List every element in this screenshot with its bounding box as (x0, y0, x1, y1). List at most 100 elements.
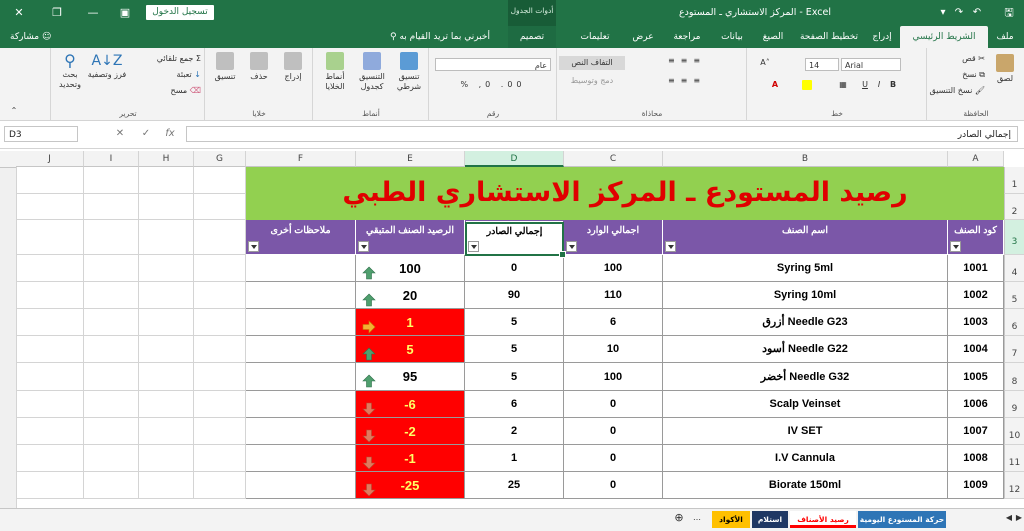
cell-j6[interactable] (16, 309, 84, 336)
cell-j9[interactable] (16, 391, 84, 418)
filter-dropdown-code[interactable] (950, 241, 961, 252)
cut-button[interactable]: قص ✂ (931, 54, 985, 64)
cell-g12[interactable] (194, 472, 246, 499)
cell-styles-button[interactable]: أنماط الخلايا (317, 52, 353, 92)
redo-icon[interactable]: ↷ (952, 0, 966, 26)
cell-h2[interactable] (139, 194, 194, 220)
cell-g4[interactable] (194, 255, 246, 282)
cell-g7[interactable] (194, 336, 246, 363)
cancel-icon[interactable]: ✕ (112, 126, 128, 142)
cell-h7[interactable] (139, 336, 194, 363)
column-header-d[interactable]: D (465, 151, 564, 167)
cell-received[interactable]: 100 (564, 255, 663, 282)
tab-view[interactable]: عرض (624, 26, 662, 48)
save-icon[interactable]: 🖫 (994, 0, 1024, 26)
column-header-g[interactable]: G (194, 151, 246, 167)
cell-h12[interactable] (139, 472, 194, 499)
scroll-prev-sheet-icon[interactable]: ◀ (1004, 513, 1014, 523)
enter-icon[interactable]: ✓ (138, 126, 154, 142)
scroll-next-sheet-icon[interactable]: ▶ (1014, 513, 1024, 523)
cell-j11[interactable] (16, 445, 84, 472)
cell-h8[interactable] (139, 363, 194, 391)
cell-issued[interactable]: 1 (465, 445, 564, 472)
cell-h1[interactable] (139, 167, 194, 194)
cell-j12[interactable] (16, 472, 84, 499)
fill-button[interactable]: تعبئة ↓ (137, 70, 201, 80)
row-header-4[interactable]: 4 (1004, 255, 1024, 282)
cell-i3[interactable] (84, 220, 139, 255)
cell-issued[interactable]: 0 (465, 255, 564, 282)
tab-help[interactable]: تعليمات (568, 26, 622, 48)
cell-code[interactable]: 1006 (948, 391, 1004, 418)
cell-notes[interactable] (246, 472, 356, 499)
title-banner[interactable]: رصيد المستودع ـ المركز الاستشاري الطبي (246, 167, 1004, 220)
cell-item-name[interactable]: Needle G22 أسود (663, 336, 948, 363)
tab-insert[interactable]: إدراج (866, 26, 898, 48)
cell-g6[interactable] (194, 309, 246, 336)
cell-g5[interactable] (194, 282, 246, 309)
column-header-f[interactable]: F (246, 151, 356, 167)
header-balance[interactable]: الرصيد الصنف المتبقي (356, 220, 465, 255)
filter-dropdown-name[interactable] (665, 241, 676, 252)
cell-item-name[interactable]: Biorate 150ml (663, 472, 948, 499)
underline-icon[interactable]: U (859, 80, 871, 90)
formula-input[interactable]: إجمالي الصادر (186, 126, 1018, 142)
format-cells-button[interactable]: تنسيق (209, 52, 241, 82)
tab-data[interactable]: بيانات (712, 26, 752, 48)
cell-received[interactable]: 10 (564, 336, 663, 363)
tab-home[interactable]: الشريط الرئيسي (900, 26, 988, 48)
cell-issued[interactable]: 5 (465, 336, 564, 363)
copy-button[interactable]: نسخ ⧉ (931, 70, 985, 80)
cell-issued[interactable]: 6 (465, 391, 564, 418)
tab-design[interactable]: تصميم (508, 26, 556, 48)
tab-file[interactable]: ملف (990, 26, 1020, 48)
align-top-icons[interactable]: ≡≡≡ (637, 56, 737, 66)
cell-code[interactable]: 1008 (948, 445, 1004, 472)
cell-g1[interactable] (194, 167, 246, 194)
cell-code[interactable]: 1009 (948, 472, 1004, 499)
filter-dropdown-balance[interactable] (358, 241, 369, 252)
cell-item-name[interactable]: Needle G23 أزرق (663, 309, 948, 336)
cell-received[interactable]: 0 (564, 418, 663, 445)
column-header-i[interactable]: I (84, 151, 139, 167)
restore-icon[interactable]: ❐ (42, 0, 72, 26)
close-icon[interactable]: ✕ (4, 0, 34, 26)
cell-j3[interactable] (16, 220, 84, 255)
cell-i7[interactable] (84, 336, 139, 363)
font-size-select[interactable]: 14 (805, 58, 839, 71)
cell-balance[interactable]: 95 (356, 363, 465, 391)
tell-me-search[interactable]: ⚲ أخبرني بما تريد القيام به (390, 26, 490, 48)
cell-code[interactable]: 1001 (948, 255, 1004, 282)
merge-center-button[interactable]: دمج وتوسيط (559, 76, 625, 86)
cell-g2[interactable] (194, 194, 246, 220)
cell-code[interactable]: 1004 (948, 336, 1004, 363)
font-grow-icon[interactable]: A˄ (753, 58, 777, 68)
cell-item-name[interactable]: Needle G32 أخضر (663, 363, 948, 391)
cell-received[interactable]: 0 (564, 391, 663, 418)
cell-balance[interactable]: -2 (356, 418, 465, 445)
column-header-e[interactable]: E (356, 151, 465, 167)
minimize-icon[interactable]: — (78, 0, 108, 26)
cell-h9[interactable] (139, 391, 194, 418)
cell-i6[interactable] (84, 309, 139, 336)
cell-i2[interactable] (84, 194, 139, 220)
cell-j10[interactable] (16, 418, 84, 445)
column-header-h[interactable]: H (139, 151, 194, 167)
cell-balance[interactable]: 1 (356, 309, 465, 336)
undo-icon[interactable]: ↶ (970, 0, 984, 26)
cell-balance[interactable]: -6 (356, 391, 465, 418)
row-header-8[interactable]: 8 (1004, 363, 1024, 391)
column-header-c[interactable]: C (564, 151, 663, 167)
row-header-5[interactable]: 5 (1004, 282, 1024, 309)
cell-item-name[interactable]: Syring 10ml (663, 282, 948, 309)
tab-page-layout[interactable]: تخطيط الصفحة (794, 26, 864, 48)
cell-balance[interactable]: 20 (356, 282, 465, 309)
header-received[interactable]: اجمالي الوارد (564, 220, 663, 255)
cell-i4[interactable] (84, 255, 139, 282)
italic-icon[interactable]: I (873, 80, 885, 90)
find-select-button[interactable]: ⚲ بحث وتحديد (53, 52, 87, 90)
cell-code[interactable]: 1002 (948, 282, 1004, 309)
cell-i10[interactable] (84, 418, 139, 445)
cell-issued[interactable]: 5 (465, 363, 564, 391)
format-painter-button[interactable]: نسخ التنسيق 🖌 (927, 86, 985, 96)
